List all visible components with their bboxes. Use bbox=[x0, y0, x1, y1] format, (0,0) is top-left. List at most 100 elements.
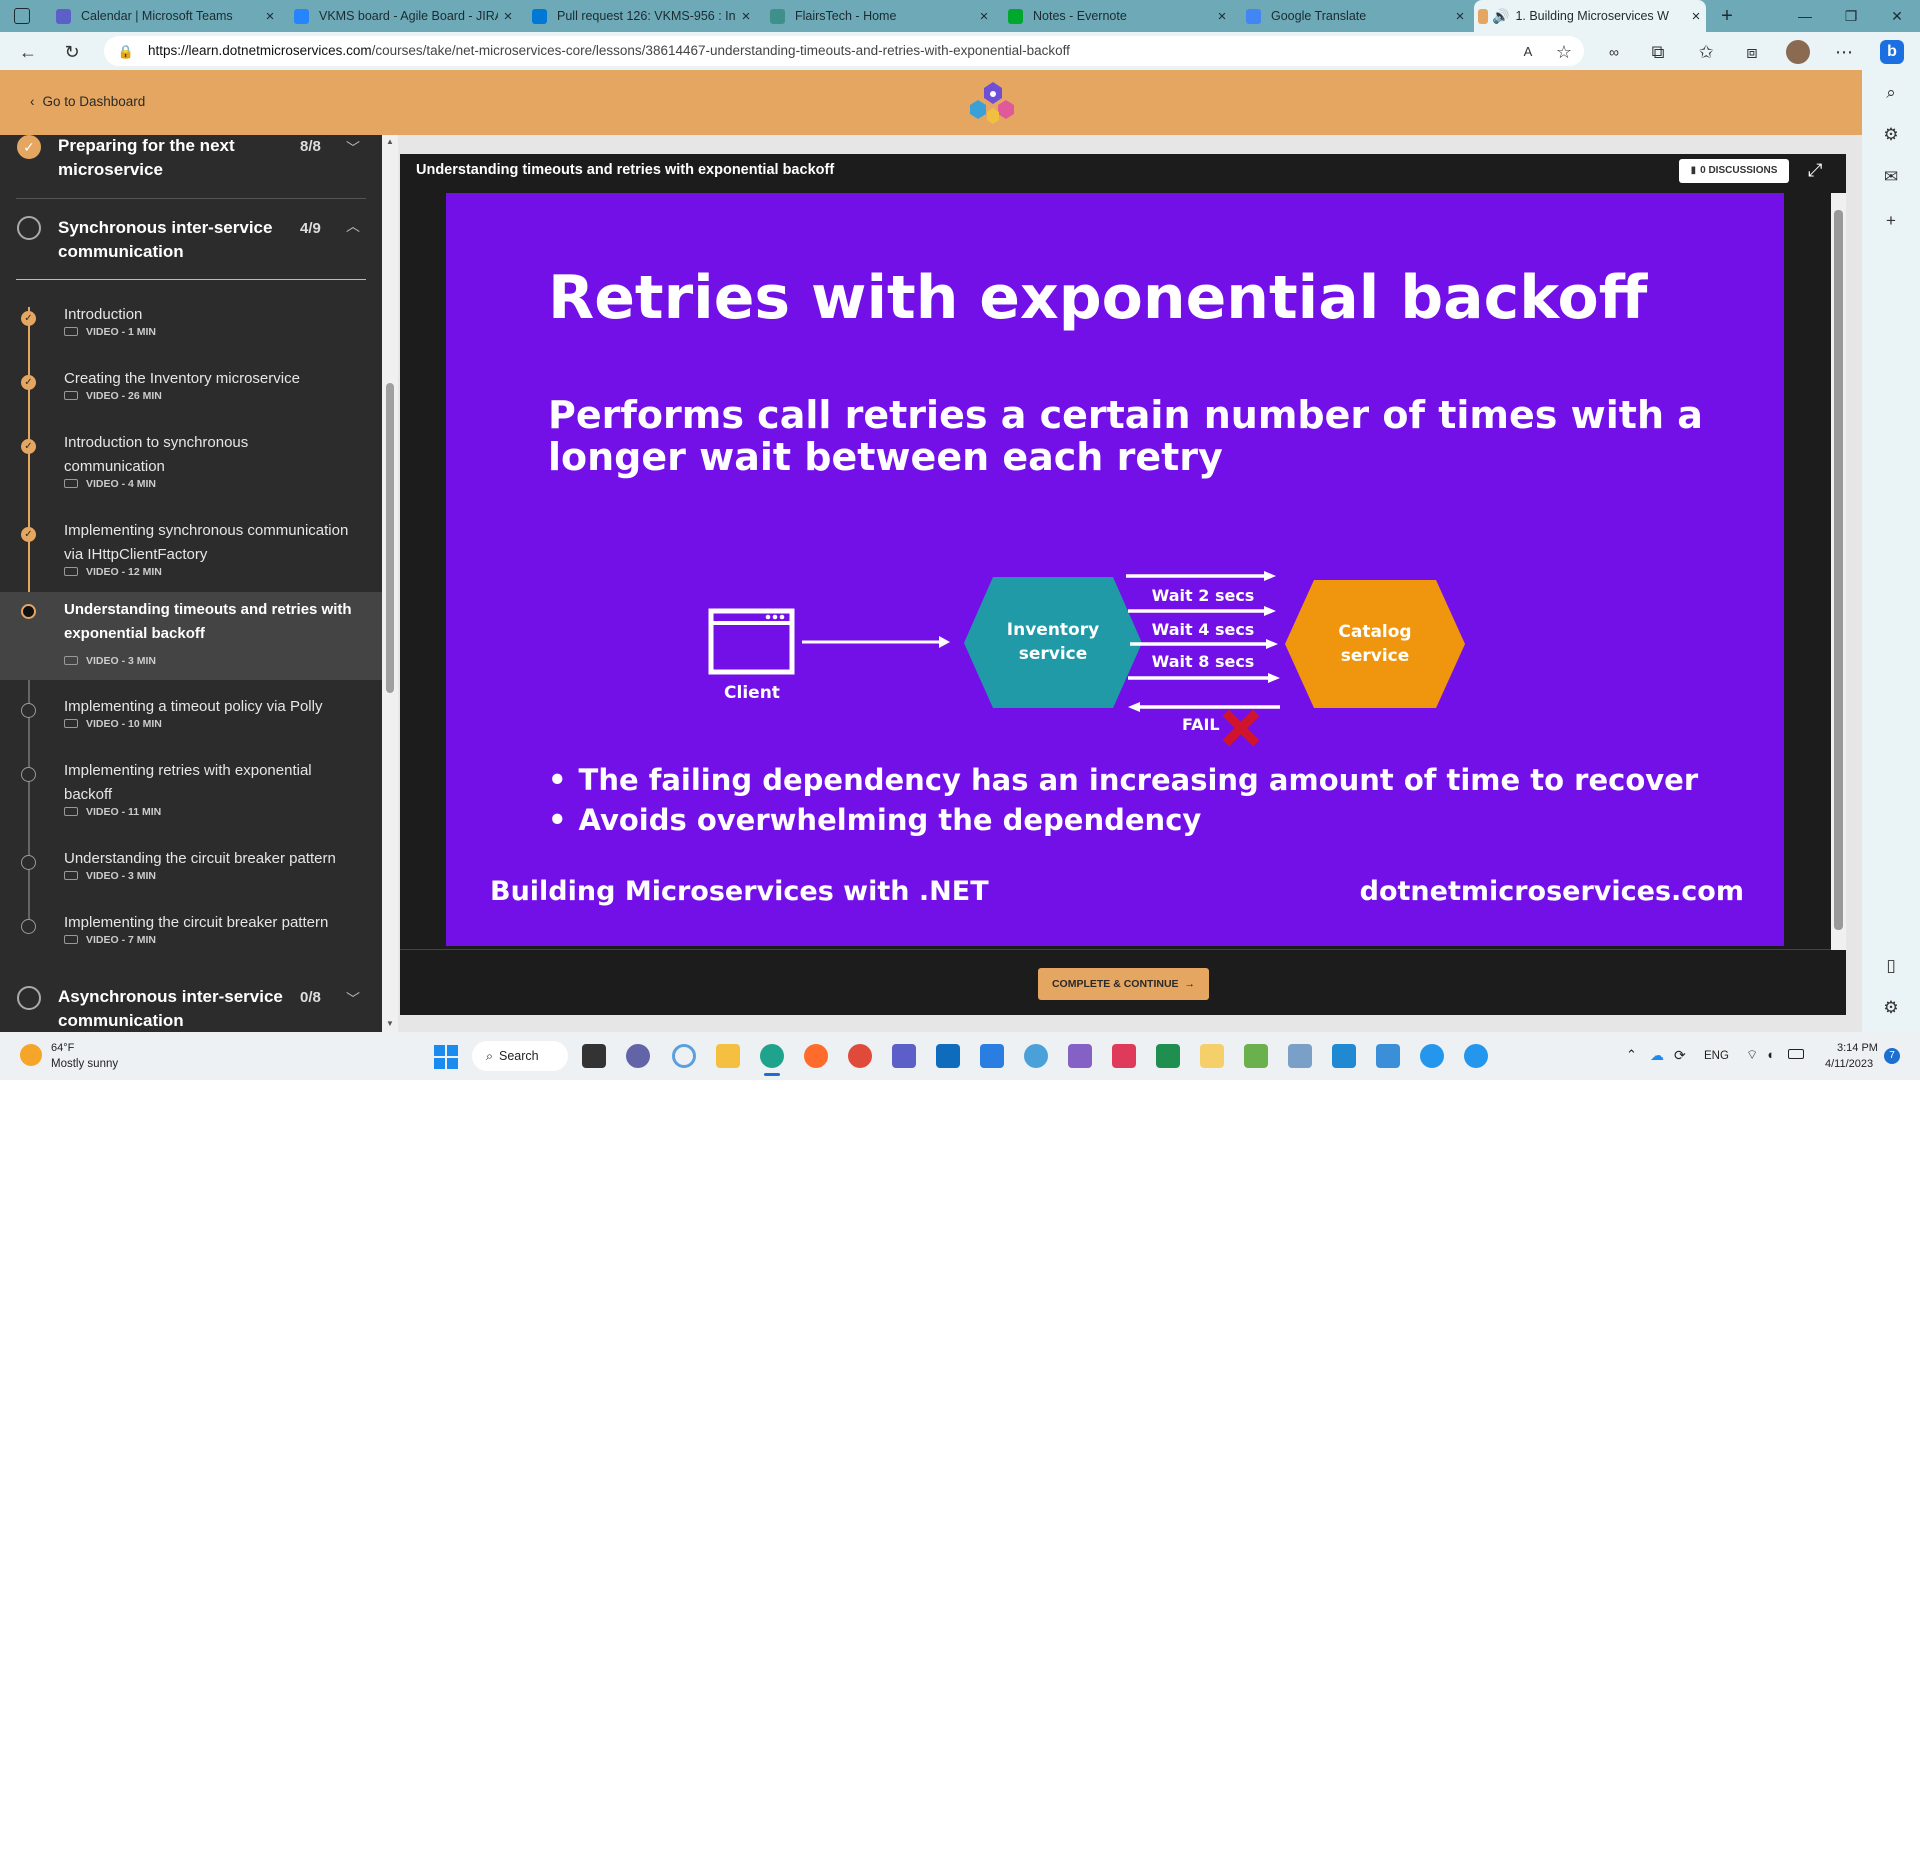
section-title[interactable]: Asynchronous inter-service communication bbox=[58, 985, 288, 1033]
cortana-icon[interactable] bbox=[672, 1044, 696, 1068]
go-to-dashboard-link[interactable]: ‹ Go to Dashboard bbox=[30, 94, 145, 109]
tab-evernote[interactable]: Notes - Evernote × bbox=[1004, 0, 1232, 32]
close-icon[interactable]: × bbox=[498, 8, 518, 25]
lock-icon[interactable]: 🔒 bbox=[114, 40, 138, 64]
favorites-icon[interactable]: ✩ bbox=[1694, 40, 1718, 64]
avatar[interactable] bbox=[1786, 40, 1810, 64]
docker-desktop-icon[interactable] bbox=[1420, 1044, 1444, 1068]
address-bar[interactable]: https://learn.dotnetmicroservices.com/co… bbox=[104, 36, 1584, 66]
app-window-icon[interactable] bbox=[1288, 1044, 1312, 1068]
lesson-item[interactable]: ✓ Creating the Inventory microservice VIDE… bbox=[0, 358, 382, 410]
lesson-item[interactable]: Implementing the circuit breaker pattern… bbox=[0, 902, 382, 954]
lesson-item-current[interactable]: Understanding timeouts and retries with … bbox=[0, 592, 382, 680]
weather-temp[interactable]: 64°F bbox=[51, 1042, 74, 1054]
read-aloud-icon[interactable]: A bbox=[1516, 40, 1540, 64]
lesson-item[interactable]: Implementing a timeout policy via Polly V… bbox=[0, 686, 382, 738]
snipping-tool-icon[interactable] bbox=[1112, 1044, 1136, 1068]
fullscreen-icon[interactable]: ⤢ bbox=[1808, 160, 1822, 181]
network-tool-icon[interactable] bbox=[1024, 1044, 1048, 1068]
back-icon[interactable]: ← bbox=[16, 40, 40, 64]
bing-copilot-icon[interactable]: b bbox=[1880, 40, 1904, 64]
tab-pull-request[interactable]: Pull request 126: VKMS-956 : Inv × bbox=[528, 0, 756, 32]
volume-icon[interactable]: ◖ bbox=[1766, 1047, 1774, 1062]
notification-badge[interactable]: 7 bbox=[1884, 1048, 1900, 1064]
notepad-icon[interactable] bbox=[980, 1044, 1004, 1068]
visual-studio-icon[interactable] bbox=[1068, 1044, 1092, 1068]
tab-flairstech[interactable]: FlairsTech - Home × bbox=[766, 0, 994, 32]
task-view-icon[interactable] bbox=[582, 1044, 606, 1068]
lesson-item[interactable]: ✓ Introduction VIDEO - 1 MIN bbox=[0, 294, 382, 346]
sidebar-toggle-icon[interactable]: ▯ bbox=[1878, 953, 1904, 979]
slide[interactable]: Retries with exponential backoff Perform… bbox=[446, 193, 1784, 946]
section-title[interactable]: Synchronous inter-service communication bbox=[58, 216, 288, 264]
sidebar-scrollbar[interactable] bbox=[382, 135, 398, 1032]
tab-teams[interactable]: Calendar | Microsoft Teams × bbox=[52, 0, 280, 32]
azure-devops-icon bbox=[532, 8, 547, 24]
start-icon[interactable] bbox=[434, 1045, 458, 1069]
diagram-tool-icon[interactable] bbox=[1244, 1044, 1268, 1068]
add-sidebar-app-icon[interactable]: + bbox=[1878, 208, 1904, 234]
chevron-up-icon[interactable]: ⌃ bbox=[1626, 1047, 1637, 1063]
close-icon[interactable]: × bbox=[260, 8, 280, 25]
close-icon[interactable]: × bbox=[974, 8, 994, 25]
speaker-icon[interactable]: 🔊 bbox=[1492, 8, 1509, 25]
chevron-up-icon[interactable]: ︿ bbox=[346, 216, 360, 236]
slide-scrollbar-thumb[interactable] bbox=[1834, 210, 1843, 930]
more-menu-icon[interactable]: ⋯ bbox=[1832, 40, 1856, 64]
close-icon[interactable]: × bbox=[1212, 8, 1232, 25]
extension-icon[interactable]: ∞ bbox=[1602, 40, 1626, 64]
outlook-icon[interactable] bbox=[936, 1044, 960, 1068]
outlook-icon[interactable]: ✉ bbox=[1878, 164, 1904, 190]
taskbar-search[interactable]: ⌕ Search bbox=[472, 1041, 568, 1071]
tab-google-translate[interactable]: Google Translate × bbox=[1242, 0, 1470, 32]
chrome-icon[interactable] bbox=[848, 1044, 872, 1068]
edge-icon[interactable] bbox=[760, 1044, 784, 1068]
restore-icon[interactable]: ❐ bbox=[1828, 0, 1874, 32]
language-indicator[interactable]: ENG bbox=[1704, 1050, 1729, 1062]
wifi-icon[interactable]: ⌔ bbox=[1746, 1047, 1758, 1063]
teams-icon[interactable] bbox=[892, 1044, 916, 1068]
clock-date[interactable]: 4/11/2023 bbox=[1825, 1058, 1873, 1070]
tab-building-microservices[interactable]: 🔊 1. Building Microservices W × bbox=[1474, 0, 1706, 32]
lesson-item[interactable]: ✓ Introduction to synchronous communicati… bbox=[0, 422, 382, 498]
weather-sun-icon[interactable] bbox=[20, 1044, 42, 1066]
lesson-item[interactable]: Implementing retries with exponential ba… bbox=[0, 750, 382, 826]
tab-jira[interactable]: VKMS board - Agile Board - JIRA × bbox=[290, 0, 518, 32]
window-close-icon[interactable]: ✕ bbox=[1874, 0, 1920, 32]
docker-icon[interactable] bbox=[1376, 1044, 1400, 1068]
scroll-down-arrow-icon[interactable]: ▼ bbox=[386, 1019, 394, 1028]
chevron-down-icon[interactable]: ﹀ bbox=[346, 138, 360, 158]
lesson-item[interactable]: Understanding the circuit breaker patter… bbox=[0, 838, 382, 890]
tools-icon[interactable]: ⚙ bbox=[1878, 122, 1904, 148]
chevron-down-icon[interactable]: ﹀ bbox=[346, 989, 360, 1009]
close-icon[interactable]: × bbox=[1686, 8, 1706, 25]
firefox-icon[interactable] bbox=[804, 1044, 828, 1068]
excel-icon[interactable] bbox=[1156, 1044, 1180, 1068]
discussions-button[interactable]: ▮ 0 DISCUSSIONS bbox=[1679, 159, 1789, 183]
section-title[interactable]: Preparing for the next microservice bbox=[58, 134, 288, 182]
new-tab-icon[interactable]: + bbox=[1704, 0, 1750, 32]
merge-tool-icon[interactable] bbox=[1200, 1044, 1224, 1068]
clock-time[interactable]: 3:14 PM bbox=[1837, 1042, 1878, 1054]
search-icon[interactable]: ⌕ bbox=[1878, 80, 1904, 106]
sync-icon[interactable]: ⟳ bbox=[1674, 1047, 1686, 1064]
favorite-add-icon[interactable]: ☆ bbox=[1552, 40, 1576, 64]
complete-and-continue-button[interactable]: COMPLETE & CONTINUE → bbox=[1038, 968, 1209, 1000]
onedrive-icon[interactable]: ☁ bbox=[1650, 1047, 1664, 1064]
close-icon[interactable]: × bbox=[736, 8, 756, 25]
extensions-puzzle-icon[interactable]: ⧉ bbox=[1646, 40, 1670, 64]
active-app-indicator bbox=[764, 1073, 780, 1076]
chat-icon[interactable] bbox=[626, 1044, 650, 1068]
scroll-up-arrow-icon[interactable]: ▲ bbox=[386, 137, 394, 146]
battery-icon[interactable] bbox=[1788, 1049, 1804, 1059]
minimize-icon[interactable]: — bbox=[1782, 0, 1828, 32]
docker-whale-icon[interactable] bbox=[1464, 1044, 1488, 1068]
refresh-icon[interactable]: ↻ bbox=[60, 40, 84, 64]
lesson-item[interactable]: ✓ Implementing synchronous communication … bbox=[0, 510, 382, 586]
collections-icon[interactable]: ⧈ bbox=[1740, 40, 1764, 64]
file-explorer-icon[interactable] bbox=[716, 1044, 740, 1068]
vscode-icon[interactable] bbox=[1332, 1044, 1356, 1068]
settings-icon[interactable]: ⚙ bbox=[1878, 995, 1904, 1021]
close-icon[interactable]: × bbox=[1450, 8, 1470, 25]
tab-actions-icon[interactable] bbox=[14, 8, 30, 24]
